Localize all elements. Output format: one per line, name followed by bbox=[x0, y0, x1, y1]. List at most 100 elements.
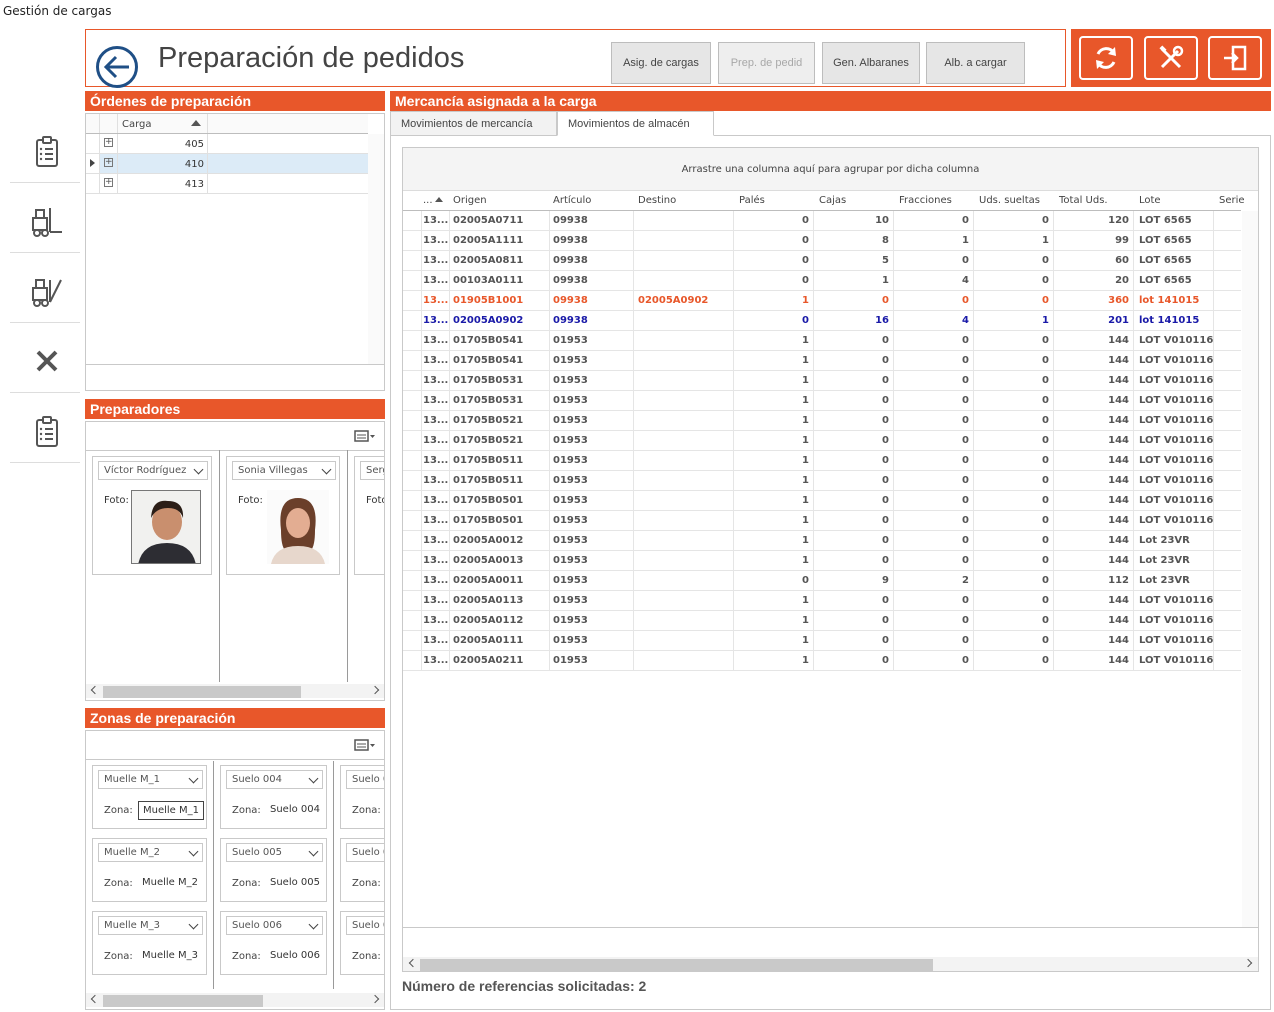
table-row[interactable]: 13... 02005A0111 01953 1 0 0 0 144 LOT V010116 bbox=[403, 631, 1241, 651]
table-row[interactable]: 13... 02005A0113 01953 1 0 0 0 144 LOT V010116 bbox=[403, 591, 1241, 611]
cell-cajas: 0 bbox=[882, 495, 889, 506]
zona-dropdown[interactable]: Suelo 0 bbox=[346, 770, 384, 789]
group-by-area[interactable]: Arrastre una columna aquí para agrupar p… bbox=[403, 148, 1258, 191]
table-row[interactable]: 13... 02005A0012 01953 1 0 0 0 144 Lot 23VR bbox=[403, 531, 1241, 551]
col-destino-header[interactable]: Destino bbox=[638, 195, 676, 206]
preparador-dropdown[interactable]: Sonia Villegas bbox=[232, 461, 336, 480]
chevron-left-icon[interactable] bbox=[90, 685, 100, 695]
zona-dropdown[interactable]: Muelle M_2 bbox=[98, 843, 203, 862]
table-row[interactable]: 13... 01705B0521 01953 1 0 0 0 144 LOT V010116 bbox=[403, 411, 1241, 431]
cell-pales: 1 bbox=[802, 655, 809, 666]
chevron-left-icon[interactable] bbox=[408, 958, 418, 968]
col-fracciones-header[interactable]: Fracciones bbox=[899, 195, 952, 206]
carga-row[interactable]: + 405 bbox=[86, 134, 368, 154]
table-row[interactable]: 13... 01705B0531 01953 1 0 0 0 144 LOT V010116 bbox=[403, 391, 1241, 411]
zona-card[interactable]: Suelo 004 Zona: Suelo 004 bbox=[220, 765, 327, 829]
col-origen-header[interactable]: Origen bbox=[453, 195, 487, 206]
tools-button[interactable] bbox=[1144, 36, 1198, 80]
tab-movimientos-mercancia[interactable]: Movimientos de mercancía bbox=[390, 111, 557, 136]
chevron-right-icon[interactable] bbox=[370, 994, 380, 1004]
back-button[interactable] bbox=[96, 46, 138, 88]
table-row[interactable]: 13... 00103A0111 09938 0 1 4 0 20 LOT 6565 bbox=[403, 271, 1241, 291]
col-pales-header[interactable]: Palés bbox=[739, 195, 765, 206]
chevron-left-icon[interactable] bbox=[90, 994, 100, 1004]
preparador-dropdown[interactable]: Víctor Rodríguez bbox=[98, 461, 208, 480]
zona-field[interactable]: Muelle M_1 bbox=[138, 801, 204, 820]
table-row[interactable]: 13... 01705B0541 01953 1 0 0 0 144 LOT V010116 bbox=[403, 351, 1241, 371]
clipboard-list-icon[interactable] bbox=[30, 414, 64, 450]
col-sueltas-header[interactable]: Uds. sueltas bbox=[979, 195, 1040, 206]
zona-dropdown[interactable]: Suelo 004 bbox=[226, 770, 323, 789]
zona-dropdown[interactable]: Muelle M_3 bbox=[98, 916, 203, 935]
table-row[interactable]: 13... 01905B1001 09938 02005A0902 1 0 0 0 360 lot… bbox=[403, 291, 1241, 311]
refresh-button[interactable] bbox=[1079, 36, 1133, 80]
gen-albaranes-button[interactable]: Gen. Albaranes bbox=[822, 42, 920, 84]
horizontal-scrollbar[interactable] bbox=[86, 993, 384, 1007]
horizontal-scrollbar[interactable] bbox=[403, 957, 1258, 971]
col-serie-header[interactable]: Serie bbox=[1219, 195, 1245, 206]
preparador-card[interactable]: Sonia Villegas Foto: bbox=[226, 456, 340, 575]
table-row[interactable]: 13... 01705B0511 01953 1 0 0 0 144 LOT V010116 bbox=[403, 451, 1241, 471]
carga-column-header[interactable]: Carga bbox=[118, 114, 208, 133]
col-cajas-header[interactable]: Cajas bbox=[819, 195, 846, 206]
zona-card[interactable]: Muelle M_3 Zona: Muelle M_3 bbox=[92, 911, 207, 975]
table-row[interactable]: 13... 01705B0541 01953 1 0 0 0 144 LOT V010116 bbox=[403, 331, 1241, 351]
zona-card[interactable]: Suelo 0 Zona: bbox=[340, 838, 384, 902]
table-row[interactable]: 13... 02005A0811 09938 0 5 0 0 60 LOT 6565 bbox=[403, 251, 1241, 271]
carga-row[interactable]: + 413 bbox=[86, 174, 368, 194]
clipboard-list-icon[interactable] bbox=[30, 134, 64, 170]
cell-cajas: 0 bbox=[882, 475, 889, 486]
zona-card[interactable]: Muelle M_1 Zona: Muelle M_1 bbox=[92, 765, 207, 829]
alb-cargar-button[interactable]: Alb. a cargar bbox=[926, 42, 1025, 84]
preparador-card[interactable]: Serg Foto: bbox=[354, 456, 384, 575]
table-row[interactable]: 13... 02005A0902 09938 0 16 4 1 201 lot 141015 bbox=[403, 311, 1241, 331]
table-row[interactable]: 13... 02005A1111 09938 0 8 1 1 99 LOT 6565 bbox=[403, 231, 1241, 251]
close-x-icon[interactable] bbox=[30, 343, 64, 379]
zona-card[interactable]: Muelle M_2 Zona: Muelle M_2 bbox=[92, 838, 207, 902]
cell-total: 144 bbox=[1108, 535, 1129, 546]
table-row[interactable]: 13... 02005A0112 01953 1 0 0 0 144 LOT V010116 bbox=[403, 611, 1241, 631]
vertical-scrollbar[interactable] bbox=[368, 134, 384, 364]
col-articulo-header[interactable]: Artículo bbox=[553, 195, 591, 206]
expand-icon[interactable]: + bbox=[104, 138, 113, 147]
expand-icon[interactable]: + bbox=[104, 178, 113, 187]
zona-dropdown[interactable]: Muelle M_1 bbox=[98, 770, 203, 789]
horizontal-scrollbar[interactable] bbox=[86, 684, 384, 698]
col-id-header[interactable]: ... bbox=[423, 195, 433, 206]
exit-button[interactable] bbox=[1208, 36, 1262, 80]
table-row[interactable]: 13... 01705B0511 01953 1 0 0 0 144 LOT V010116 bbox=[403, 471, 1241, 491]
preparador-card[interactable]: Víctor Rodríguez Foto: bbox=[92, 456, 212, 575]
vertical-scrollbar[interactable] bbox=[1242, 211, 1258, 927]
table-row[interactable]: 13... 01705B0501 01953 1 0 0 0 144 LOT V010116 bbox=[403, 491, 1241, 511]
zona-card[interactable]: Suelo 0 Zona: bbox=[340, 911, 384, 975]
zona-card[interactable]: Suelo 006 Zona: Suelo 006 bbox=[220, 911, 327, 975]
prep-pedidos-button[interactable]: Prep. de pedid bbox=[718, 42, 815, 84]
table-row[interactable]: 13... 01705B0531 01953 1 0 0 0 144 LOT V010116 bbox=[403, 371, 1241, 391]
table-row[interactable]: 13... 02005A0013 01953 1 0 0 0 144 Lot 23VR bbox=[403, 551, 1241, 571]
expand-icon[interactable]: + bbox=[104, 158, 113, 167]
table-row[interactable]: 13... 01705B0521 01953 1 0 0 0 144 LOT V010116 bbox=[403, 431, 1241, 451]
zona-dropdown[interactable]: Suelo 0 bbox=[346, 916, 384, 935]
chevron-right-icon[interactable] bbox=[1243, 958, 1253, 968]
preparador-dropdown[interactable]: Serg bbox=[360, 461, 384, 480]
asig-cargas-button[interactable]: Asig. de cargas bbox=[611, 42, 711, 84]
tab-movimientos-almacen[interactable]: Movimientos de almacén bbox=[557, 111, 714, 136]
table-row[interactable]: 13... 02005A0011 01953 0 9 2 0 112 Lot 23VR bbox=[403, 571, 1241, 591]
zona-dropdown[interactable]: Suelo 0 bbox=[346, 843, 384, 862]
forklift-icon[interactable] bbox=[30, 204, 64, 240]
col-total-header[interactable]: Total Uds. bbox=[1059, 195, 1108, 206]
layout-menu-icon[interactable] bbox=[354, 739, 376, 751]
table-row[interactable]: 13... 02005A0211 01953 1 0 0 0 144 LOT V010116 bbox=[403, 651, 1241, 671]
table-row[interactable]: 13... 01705B0501 01953 1 0 0 0 144 LOT V010116 bbox=[403, 511, 1241, 531]
layout-menu-icon[interactable] bbox=[354, 430, 376, 442]
zona-dropdown[interactable]: Suelo 006 bbox=[226, 916, 323, 935]
table-row[interactable]: 13... 02005A0711 09938 0 10 0 0 120 LOT 6565 bbox=[403, 211, 1241, 231]
forklift-unload-icon[interactable] bbox=[30, 274, 64, 310]
zona-dropdown[interactable]: Suelo 005 bbox=[226, 843, 323, 862]
chevron-right-icon[interactable] bbox=[370, 685, 380, 695]
carga-row-selected[interactable]: + 410 bbox=[86, 154, 368, 174]
cell-cajas: 0 bbox=[882, 615, 889, 626]
zona-card[interactable]: Suelo 0 Zona: bbox=[340, 765, 384, 829]
col-lote-header[interactable]: Lote bbox=[1139, 195, 1161, 206]
zona-card[interactable]: Suelo 005 Zona: Suelo 005 bbox=[220, 838, 327, 902]
